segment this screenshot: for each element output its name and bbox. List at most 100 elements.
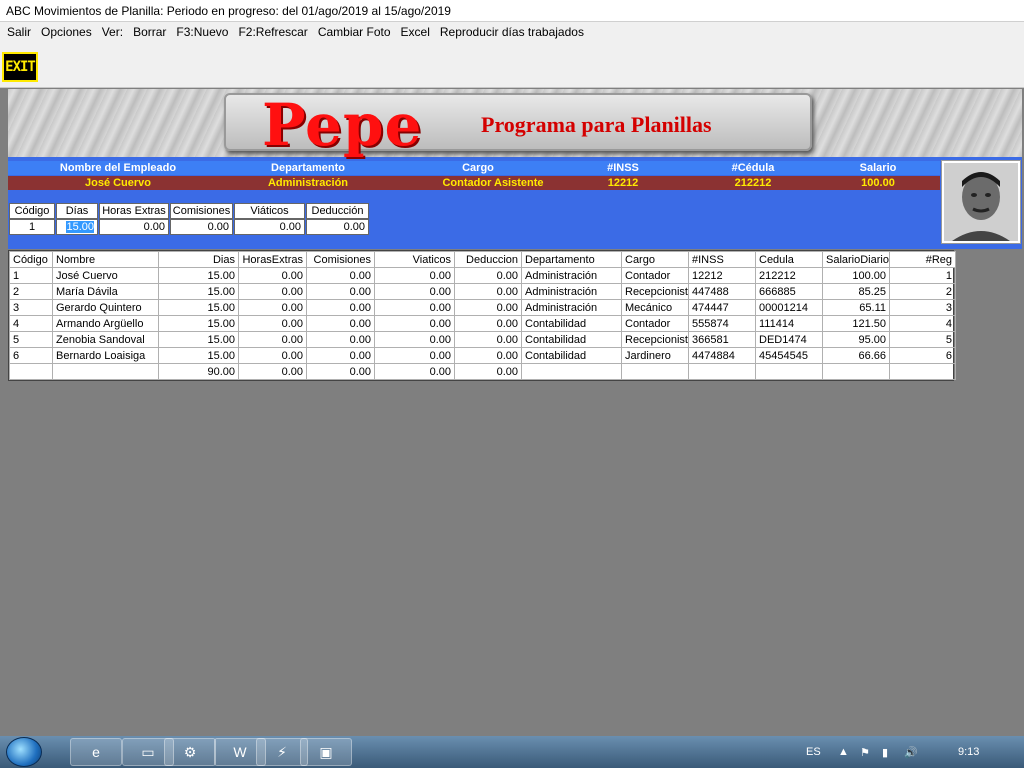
- cell[interactable]: Mecánico: [621, 299, 689, 316]
- cell[interactable]: 212212: [755, 267, 823, 284]
- cell[interactable]: Zenobia Sandoval: [52, 331, 159, 348]
- cell[interactable]: 15.00: [158, 283, 239, 300]
- menu-nuevo[interactable]: F3:Nuevo: [171, 25, 233, 39]
- cell[interactable]: 0.00: [238, 267, 307, 284]
- cell[interactable]: 5: [889, 331, 956, 348]
- tray-arrow-icon[interactable]: ▲: [838, 736, 849, 768]
- cell[interactable]: 0.00: [374, 315, 455, 332]
- table-row[interactable]: 5 Zenobia Sandoval 15.00 0.00 0.00 0.00 0.0…: [9, 331, 956, 348]
- comisiones-input[interactable]: 0.00: [170, 219, 233, 235]
- clock[interactable]: 9:13: [958, 736, 979, 768]
- cell[interactable]: DED1474: [755, 331, 823, 348]
- program-icon[interactable]: ⚙: [164, 738, 216, 766]
- cell[interactable]: Contabilidad: [521, 347, 622, 364]
- menu-refrescar[interactable]: F2:Refrescar: [233, 25, 312, 39]
- cell[interactable]: 12212: [688, 267, 756, 284]
- cell[interactable]: Contador: [621, 315, 689, 332]
- language-indicator[interactable]: ES: [806, 736, 821, 768]
- cell[interactable]: José Cuervo: [52, 267, 159, 284]
- cell[interactable]: 2: [9, 283, 53, 300]
- cell[interactable]: Contabilidad: [521, 315, 622, 332]
- cell[interactable]: 0.00: [374, 283, 455, 300]
- cell[interactable]: 100.00: [822, 267, 890, 284]
- cell[interactable]: 0.00: [454, 347, 522, 364]
- cell[interactable]: 95.00: [822, 331, 890, 348]
- cell[interactable]: Armando Argüello: [52, 315, 159, 332]
- cell[interactable]: 15.00: [158, 331, 239, 348]
- internet-explorer-icon[interactable]: e: [70, 738, 122, 766]
- cell[interactable]: Administración: [521, 267, 622, 284]
- cell[interactable]: 2: [889, 283, 956, 300]
- cell[interactable]: Gerardo Quintero: [52, 299, 159, 316]
- window-icon[interactable]: ▣: [300, 738, 352, 766]
- cell[interactable]: 4474884: [688, 347, 756, 364]
- cell[interactable]: 6: [9, 347, 53, 364]
- deduccion-input[interactable]: 0.00: [306, 219, 369, 235]
- col-codigo[interactable]: Código: [9, 251, 53, 268]
- cell[interactable]: 15.00: [158, 347, 239, 364]
- cell[interactable]: 0.00: [306, 347, 375, 364]
- cell[interactable]: Jardinero: [621, 347, 689, 364]
- codigo-input[interactable]: 1: [9, 219, 55, 235]
- col-cargo[interactable]: Cargo: [621, 251, 689, 268]
- cell[interactable]: 3: [9, 299, 53, 316]
- cell[interactable]: Contabilidad: [521, 331, 622, 348]
- cell[interactable]: Contador: [621, 267, 689, 284]
- col-comisiones[interactable]: Comisiones: [306, 251, 375, 268]
- cell[interactable]: Bernardo Loaisiga: [52, 347, 159, 364]
- col-deduccion[interactable]: Deduccion: [454, 251, 522, 268]
- col-departamento[interactable]: Departamento: [521, 251, 622, 268]
- cell[interactable]: 0.00: [238, 299, 307, 316]
- cell[interactable]: 66.66: [822, 347, 890, 364]
- cell[interactable]: Administración: [521, 283, 622, 300]
- action-center-icon[interactable]: ⚑: [860, 736, 870, 768]
- start-button[interactable]: [6, 737, 42, 767]
- cell[interactable]: 0.00: [374, 267, 455, 284]
- cell[interactable]: 666885: [755, 283, 823, 300]
- menu-cambiar-foto[interactable]: Cambiar Foto: [313, 25, 396, 39]
- cell[interactable]: 65.11: [822, 299, 890, 316]
- cell[interactable]: 0.00: [454, 315, 522, 332]
- col-salario-diario[interactable]: SalarioDiario: [822, 251, 890, 268]
- viaticos-input[interactable]: 0.00: [234, 219, 305, 235]
- cell[interactable]: 0.00: [306, 299, 375, 316]
- cell[interactable]: 5: [9, 331, 53, 348]
- cell[interactable]: 111414: [755, 315, 823, 332]
- col-horas-extras[interactable]: HorasExtras: [238, 251, 307, 268]
- cell[interactable]: 0.00: [306, 315, 375, 332]
- cell[interactable]: Recepcionist: [621, 283, 689, 300]
- cell[interactable]: 0.00: [306, 267, 375, 284]
- employee-photo[interactable]: [941, 160, 1021, 244]
- col-cedula[interactable]: Cedula: [755, 251, 823, 268]
- cell[interactable]: 555874: [688, 315, 756, 332]
- cell[interactable]: María Dávila: [52, 283, 159, 300]
- cell[interactable]: 0.00: [238, 283, 307, 300]
- cell[interactable]: 4: [9, 315, 53, 332]
- cell[interactable]: 121.50: [822, 315, 890, 332]
- cell[interactable]: 0.00: [374, 299, 455, 316]
- cell[interactable]: 45454545: [755, 347, 823, 364]
- col-viaticos[interactable]: Viaticos: [374, 251, 455, 268]
- cell[interactable]: 0.00: [454, 283, 522, 300]
- dias-input[interactable]: 15.00: [56, 219, 98, 235]
- menu-ver[interactable]: Ver:: [97, 25, 128, 39]
- cell[interactable]: 4: [889, 315, 956, 332]
- cell[interactable]: 1: [889, 267, 956, 284]
- table-row[interactable]: 3 Gerardo Quintero 15.00 0.00 0.00 0.00 0.0…: [9, 299, 956, 316]
- cell[interactable]: 474447: [688, 299, 756, 316]
- cell[interactable]: 366581: [688, 331, 756, 348]
- horas-extras-input[interactable]: 0.00: [99, 219, 169, 235]
- cell[interactable]: 447488: [688, 283, 756, 300]
- cell[interactable]: 6: [889, 347, 956, 364]
- cell[interactable]: 0.00: [374, 347, 455, 364]
- col-reg[interactable]: #Reg: [889, 251, 956, 268]
- table-row[interactable]: 1 José Cuervo 15.00 0.00 0.00 0.00 0.00 Admi…: [9, 267, 956, 284]
- cell[interactable]: 0.00: [238, 331, 307, 348]
- col-dias[interactable]: Dias: [158, 251, 239, 268]
- cell[interactable]: 15.00: [158, 299, 239, 316]
- cell[interactable]: 15.00: [158, 267, 239, 284]
- table-row[interactable]: 6 Bernardo Loaisiga 15.00 0.00 0.00 0.00 0.…: [9, 347, 956, 364]
- cell[interactable]: 0.00: [238, 315, 307, 332]
- menu-reproducir[interactable]: Reproducir días trabajados: [435, 25, 589, 39]
- cell[interactable]: 0.00: [306, 331, 375, 348]
